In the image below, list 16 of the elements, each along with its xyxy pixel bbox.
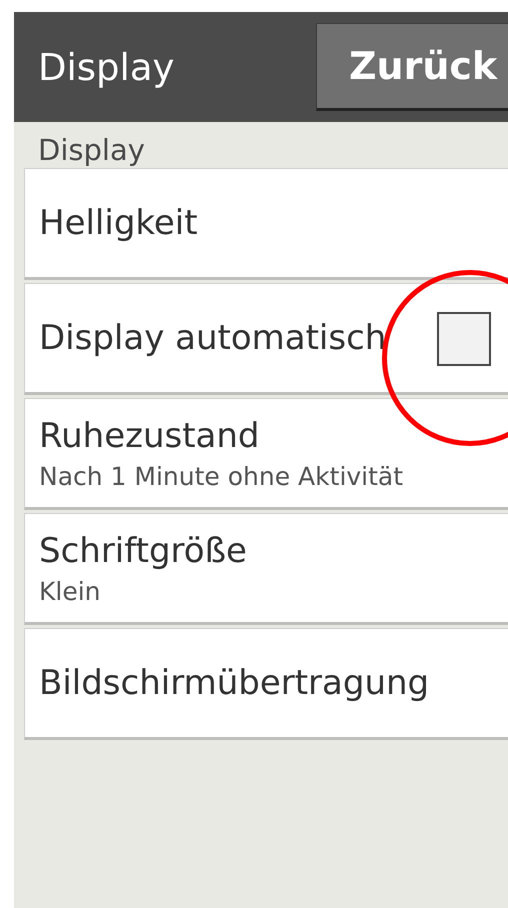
back-button[interactable]: Zurück xyxy=(316,23,508,111)
settings-item[interactable]: Bildschirmübertragung xyxy=(24,628,508,740)
settings-item[interactable]: Schriftgröße Klein xyxy=(24,513,508,625)
settings-item[interactable]: Ruhezustand Nach 1 Minute ohne Aktivität xyxy=(24,398,508,510)
item-subtitle: Klein xyxy=(39,576,101,606)
item-title: Schriftgröße xyxy=(39,530,247,570)
section-header: Display xyxy=(37,132,146,168)
item-title: Bildschirmübertragung xyxy=(39,663,430,703)
screen-title: Display xyxy=(38,46,174,88)
item-subtitle: Nach 1 Minute ohne Aktivität xyxy=(39,462,404,490)
checkbox[interactable] xyxy=(437,312,491,366)
item-title: Display automatisch xyxy=(39,318,386,358)
settings-item[interactable]: Display automatisch xyxy=(24,283,508,395)
settings-item[interactable]: Helligkeit xyxy=(24,168,508,280)
item-title: Ruhezustand xyxy=(39,416,260,456)
item-title: Helligkeit xyxy=(39,203,198,243)
